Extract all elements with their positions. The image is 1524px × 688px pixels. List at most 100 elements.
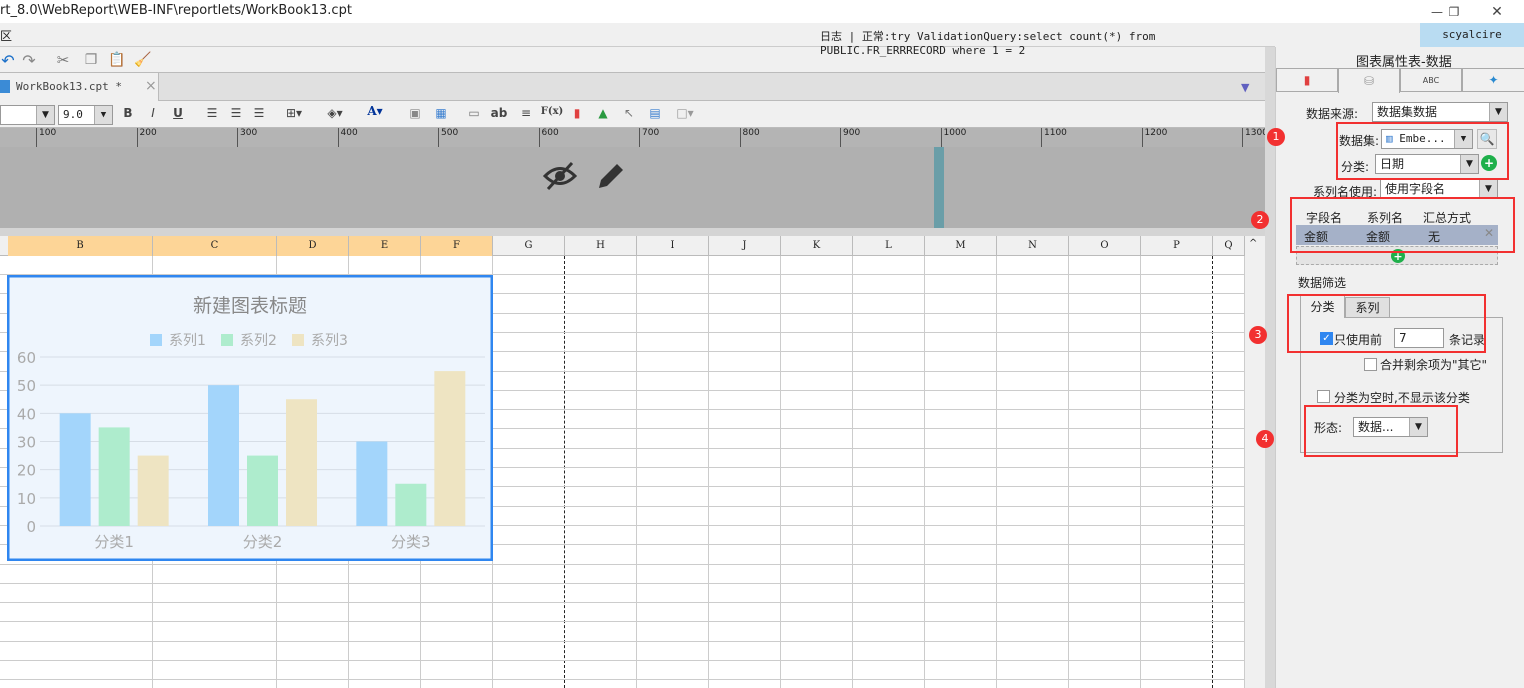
tab-menu-icon[interactable]: ▼ (1241, 81, 1253, 94)
column-header-M[interactable]: M (925, 236, 997, 256)
column-header-O[interactable]: O (1069, 236, 1141, 256)
slash-icon[interactable]: ↖ (621, 106, 637, 120)
paste-icon[interactable]: 📋 (108, 50, 126, 70)
font-size-select[interactable]: 9.0 ▼ (58, 105, 113, 125)
column-header-P[interactable]: P (1141, 236, 1213, 256)
border-icon[interactable]: ⊞▾ (282, 106, 306, 120)
align-center-icon[interactable]: ☰ (228, 106, 244, 120)
grid-line (0, 640, 1245, 642)
column-header-C[interactable]: C (153, 236, 277, 256)
data-source-label: 数据来源: (1306, 107, 1359, 121)
frame-icon[interactable]: □▾ (674, 106, 696, 120)
italic-button[interactable]: I (145, 106, 161, 120)
tab-bar: WorkBook13.cpt * × ▼ (0, 73, 1265, 101)
redo-icon[interactable]: ↷ (20, 50, 38, 70)
menu-bar: 区 日志 | 正常:try ValidationQuery:select cou… (0, 23, 1275, 57)
formula-icon[interactable]: F(x) (541, 106, 564, 117)
hide-empty-label: 分类为空时,不显示该分类 (1334, 391, 1470, 405)
vertical-scrollbar[interactable]: ^ (1245, 236, 1265, 688)
hide-icon[interactable] (542, 161, 578, 198)
user-button[interactable]: scyalcire (1420, 23, 1524, 47)
window-title: rt_8.0\WebReport\WEB-INF\reportlets/Work… (0, 3, 352, 18)
cut-icon[interactable]: ✂ (54, 50, 72, 70)
grid-line (636, 256, 637, 688)
cell-icon[interactable]: ▣ (407, 106, 423, 120)
merge-others-checkbox[interactable] (1364, 358, 1377, 371)
image-icon[interactable]: ▲ (595, 106, 611, 120)
fill-color-icon[interactable]: ◈▾ (322, 106, 348, 120)
column-header-K[interactable]: K (781, 236, 853, 256)
paragraph-icon[interactable]: ≡ (518, 106, 534, 120)
bar (208, 385, 239, 526)
column-header-Q[interactable]: Q (1213, 236, 1245, 256)
format-toolbar: ▼ 9.0 ▼ B I U ☰ ☰ ☰ ⊞▾ ◈▾ A▾ ▣ ▦ ▭ ab ≡ F… (0, 101, 1265, 128)
column-header-I[interactable]: I (637, 236, 709, 256)
column-header-D[interactable]: D (277, 236, 349, 256)
text-field-icon[interactable]: ▭ (466, 106, 482, 120)
effects-tab-icon[interactable]: ✦ (1462, 68, 1524, 92)
data-tab-database-icon[interactable]: ⛁ (1338, 68, 1400, 93)
grid-line (708, 256, 709, 688)
edit-pencil-icon[interactable] (596, 161, 626, 194)
grid-line (0, 602, 1245, 604)
bar (434, 371, 466, 526)
format-painter-icon[interactable]: 🧹 (134, 50, 152, 70)
title-bar: rt_8.0\WebReport\WEB-INF\reportlets/Work… (0, 0, 1524, 23)
bar (98, 427, 130, 526)
bold-button[interactable]: B (120, 106, 136, 120)
grid-line (852, 256, 853, 688)
chart-icon[interactable]: ▮ (569, 106, 585, 120)
hide-empty-checkbox[interactable] (1317, 390, 1330, 403)
style-tab-icon[interactable]: ABC (1400, 68, 1462, 92)
ruler-tick: 700 (639, 128, 659, 147)
bar (395, 483, 427, 526)
data-filter-label: 数据筛选 (1298, 276, 1347, 290)
copy-icon[interactable]: ❐ (82, 50, 100, 70)
column-header-H[interactable]: H (565, 236, 637, 256)
data-source-select[interactable]: 数据集数据 ▼ (1372, 102, 1508, 122)
series-name-select[interactable]: 使用字段名 ▼ (1380, 179, 1498, 199)
badge-2: 2 (1251, 211, 1269, 229)
grid-line (0, 563, 1245, 565)
chart-type-tab-icon[interactable]: ▮ (1276, 68, 1338, 92)
tab-workbook13[interactable]: WorkBook13.cpt * × (0, 73, 159, 101)
align-left-icon[interactable]: ☰ (204, 106, 220, 120)
underline-button[interactable]: U (170, 106, 186, 120)
align-right-icon[interactable]: ☰ (251, 106, 267, 120)
ruler-tick: 400 (337, 128, 358, 147)
panel-tabs: ▮ ⛁ ABC ✦ (1276, 68, 1524, 93)
menu-item[interactable]: 区 (0, 27, 12, 44)
y-tick-label: 20 (17, 462, 36, 480)
bar (356, 441, 388, 526)
text-icon[interactable]: ab (490, 106, 508, 120)
x-tick-label: 分类2 (243, 533, 283, 551)
grid-line (780, 256, 781, 688)
grid-line (1068, 256, 1069, 688)
sub-report-icon[interactable]: ▤ (647, 106, 663, 120)
ruler-tick: 100 (36, 128, 56, 147)
table-icon[interactable]: ▦ (433, 106, 449, 120)
maximize-button[interactable]: ❐ (1437, 0, 1471, 23)
column-header-G[interactable]: G (493, 236, 565, 256)
column-header-L[interactable]: L (853, 236, 925, 256)
workbook-icon (0, 80, 10, 93)
badge-1: 1 (1267, 128, 1285, 146)
column-header-B[interactable]: B (8, 236, 153, 256)
ruler-tick: 300 (237, 128, 257, 147)
column-header-N[interactable]: N (997, 236, 1069, 256)
legend-swatch (150, 334, 162, 346)
font-color-icon[interactable]: A▾ (360, 104, 390, 118)
font-family-select[interactable]: ▼ (0, 105, 55, 125)
tab-label: WorkBook13.cpt * (16, 80, 122, 93)
column-header-J[interactable]: J (709, 236, 781, 256)
column-header-E[interactable]: E (349, 236, 421, 256)
tab-close-icon[interactable]: × (145, 78, 157, 94)
close-button[interactable]: ✕ (1480, 0, 1514, 23)
column-header-F[interactable]: F (421, 236, 493, 256)
grid-line (1140, 256, 1141, 688)
bar (59, 413, 91, 526)
bar-chart[interactable]: 新建图表标题系列1 系列2 系列3 0 10 20 30 40 50 60 分类1 分类2 分类3 (7, 275, 493, 561)
scroll-up-icon[interactable]: ^ (1249, 238, 1257, 249)
undo-icon[interactable]: ↶ (0, 50, 16, 70)
y-tick-label: 0 (26, 518, 36, 536)
